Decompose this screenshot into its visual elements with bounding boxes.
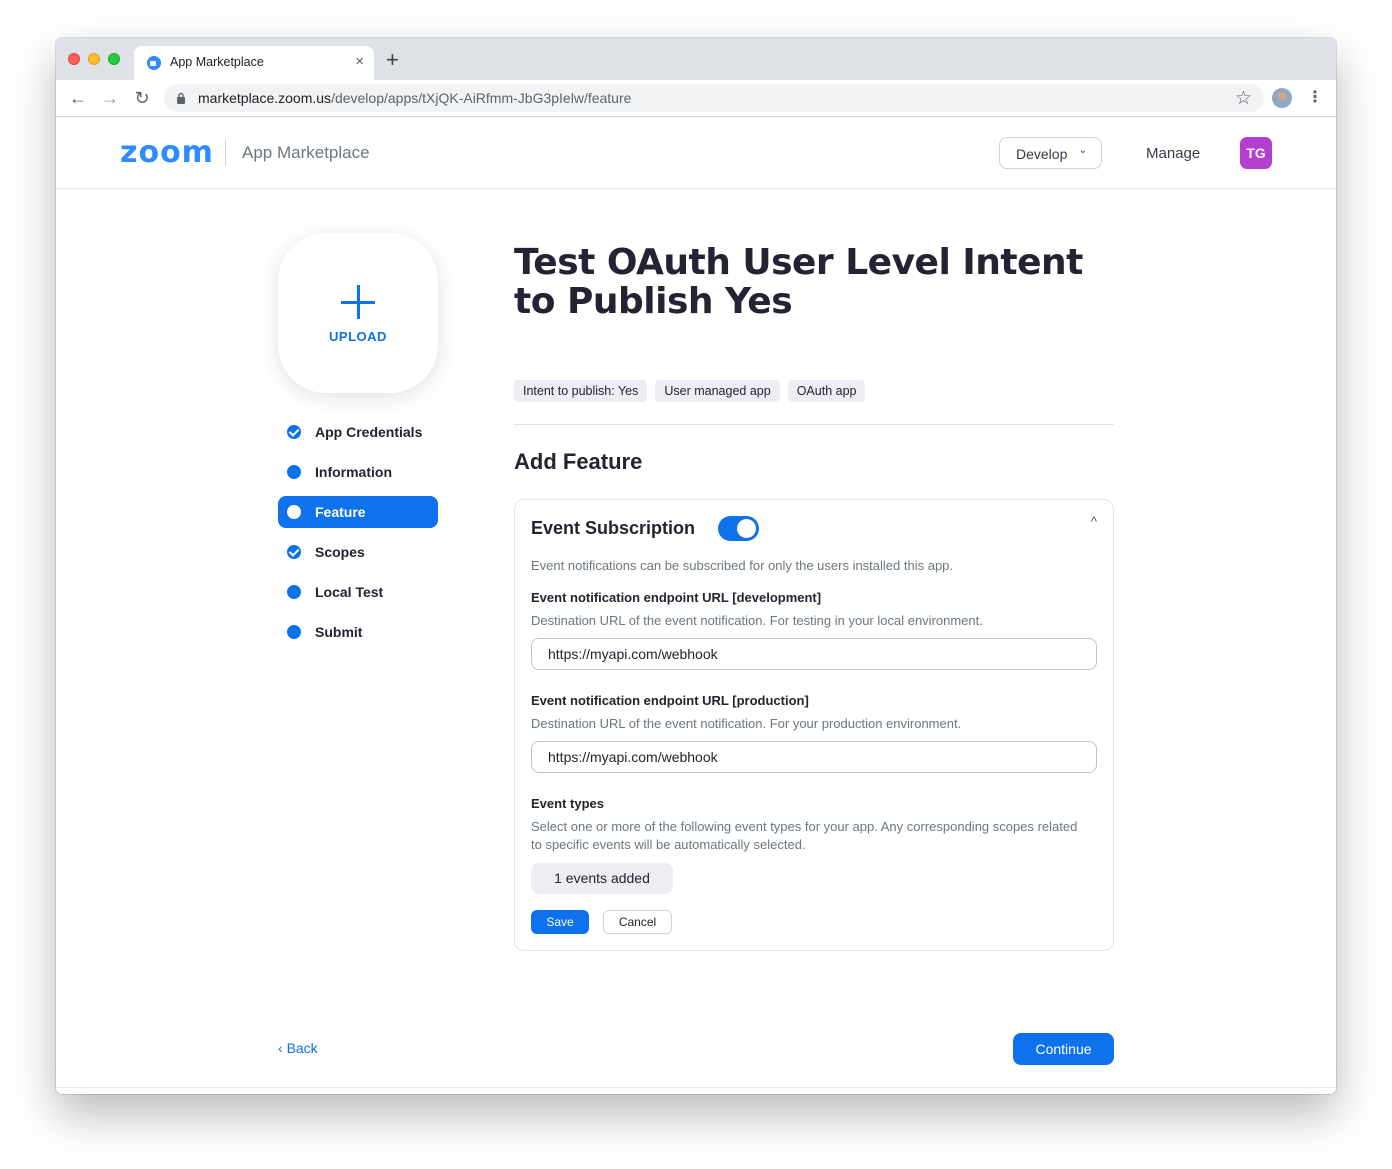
logo-divider [225,140,226,166]
zoom-favicon-icon [147,56,161,70]
footer-divider [56,1087,1336,1088]
step-done-check-icon [287,425,301,439]
dev-endpoint-url-input[interactable] [531,638,1097,670]
browser-profile-avatar[interactable] [1272,88,1292,108]
user-avatar[interactable]: TG [1240,137,1272,169]
new-tab-button[interactable]: + [386,49,399,71]
step-dot-icon [287,505,301,519]
step-submit[interactable]: Submit [278,616,438,648]
divider [514,424,1114,425]
bookmark-star-icon[interactable]: ☆ [1235,87,1252,110]
step-information[interactable]: Information [278,456,438,488]
browser-toolbar: ← → ↻ marketplace.zoom.us/develop/apps/t… [56,80,1336,117]
event-subscription-toggle[interactable] [718,516,759,541]
step-label: Submit [315,624,363,640]
close-window-button[interactable] [68,53,80,65]
back-button[interactable]: ‹ Back [278,1040,318,1056]
event-types-label: Event types [531,796,604,811]
page-title: Test OAuth User Level Intent to Publish … [514,242,1083,322]
forward-arrow-icon[interactable]: → [98,86,122,110]
cancel-button[interactable]: Cancel [603,910,672,934]
save-button[interactable]: Save [531,910,589,934]
tag-intent-to-publish: Intent to publish: Yes [514,380,648,402]
close-tab-icon[interactable]: × [355,53,364,70]
tag-user-managed: User managed app [655,380,780,402]
step-scopes[interactable]: Scopes [278,536,438,568]
event-types-help: Select one or more of the following even… [531,819,1078,852]
browser-menu-icon[interactable]: ⋮ [1307,87,1323,107]
minimize-window-button[interactable] [88,53,100,65]
address-bar[interactable]: marketplace.zoom.us/develop/apps/tXjQK-A… [164,84,1264,112]
tag-oauth-app: OAuth app [787,380,866,402]
browser-window: App Marketplace × + ← → ↻ marketplace.zo… [56,38,1336,1094]
chevron-up-icon[interactable]: ^ [1091,514,1097,529]
marketplace-title[interactable]: App Marketplace [242,143,370,163]
reload-icon[interactable]: ↻ [130,86,154,110]
back-label: Back [286,1040,318,1056]
step-label: App Credentials [315,424,423,440]
events-added-button[interactable]: 1 events added [531,863,673,894]
event-subscription-heading: Event Subscription [531,518,696,538]
zoom-logo[interactable]: zoom [120,135,214,170]
dev-endpoint-label: Event notification endpoint URL [develop… [531,590,822,605]
step-label: Scopes [315,544,365,560]
prod-endpoint-label: Event notification endpoint URL [product… [531,693,809,708]
url-path: /develop/apps/tXjQK-AiRfmm-JbG3pIelw/fea… [331,90,632,106]
app-tags: Intent to publish: Yes User managed app … [514,380,866,402]
step-dot-icon [287,585,301,599]
upload-icon-button[interactable]: UPLOAD [278,233,438,393]
chevron-down-icon: ⌄ [1078,145,1087,156]
manage-link[interactable]: Manage [1146,145,1200,162]
step-done-check-icon [287,545,301,559]
step-label: Local Test [315,584,384,600]
page: zoom App Marketplace Develop ⌄ Manage TG… [56,117,1336,1094]
step-dot-icon [287,465,301,479]
step-local-test[interactable]: Local Test [278,576,438,608]
event-subscription-card: Event Subscription ^ Event notifications… [514,499,1114,951]
chevron-left-icon: ‹ [278,1040,283,1056]
develop-dropdown[interactable]: Develop ⌄ [999,137,1102,169]
tab-strip: App Marketplace × + [56,38,1336,80]
site-header: zoom App Marketplace Develop ⌄ Manage TG [56,117,1336,189]
tab-title: App Marketplace [170,55,264,69]
develop-label: Develop [1016,146,1068,162]
dev-endpoint-help: Destination URL of the event notificatio… [531,613,983,628]
upload-label: UPLOAD [329,329,387,344]
step-feature[interactable]: Feature [278,496,438,528]
browser-tab[interactable]: App Marketplace × [134,46,374,80]
url-host: marketplace.zoom.us [198,90,332,106]
lock-icon [177,92,185,104]
toggle-knob [737,519,756,538]
step-label: Information [315,464,392,480]
prod-endpoint-url-input[interactable] [531,741,1097,773]
step-dot-icon [287,625,301,639]
step-app-credentials[interactable]: App Credentials [278,416,438,448]
plus-icon [341,285,375,319]
prod-endpoint-help: Destination URL of the event notificatio… [531,716,962,731]
continue-button[interactable]: Continue [1013,1033,1114,1065]
url-text: marketplace.zoom.us/develop/apps/tXjQK-A… [198,90,631,106]
event-subscription-description: Event notifications can be subscribed fo… [531,558,954,573]
step-nav: App Credentials Information Feature Scop… [278,416,438,656]
back-arrow-icon[interactable]: ← [66,86,90,110]
step-label: Feature [315,504,366,520]
section-title: Add Feature [514,449,643,474]
window-controls [68,53,120,65]
maximize-window-button[interactable] [108,53,120,65]
